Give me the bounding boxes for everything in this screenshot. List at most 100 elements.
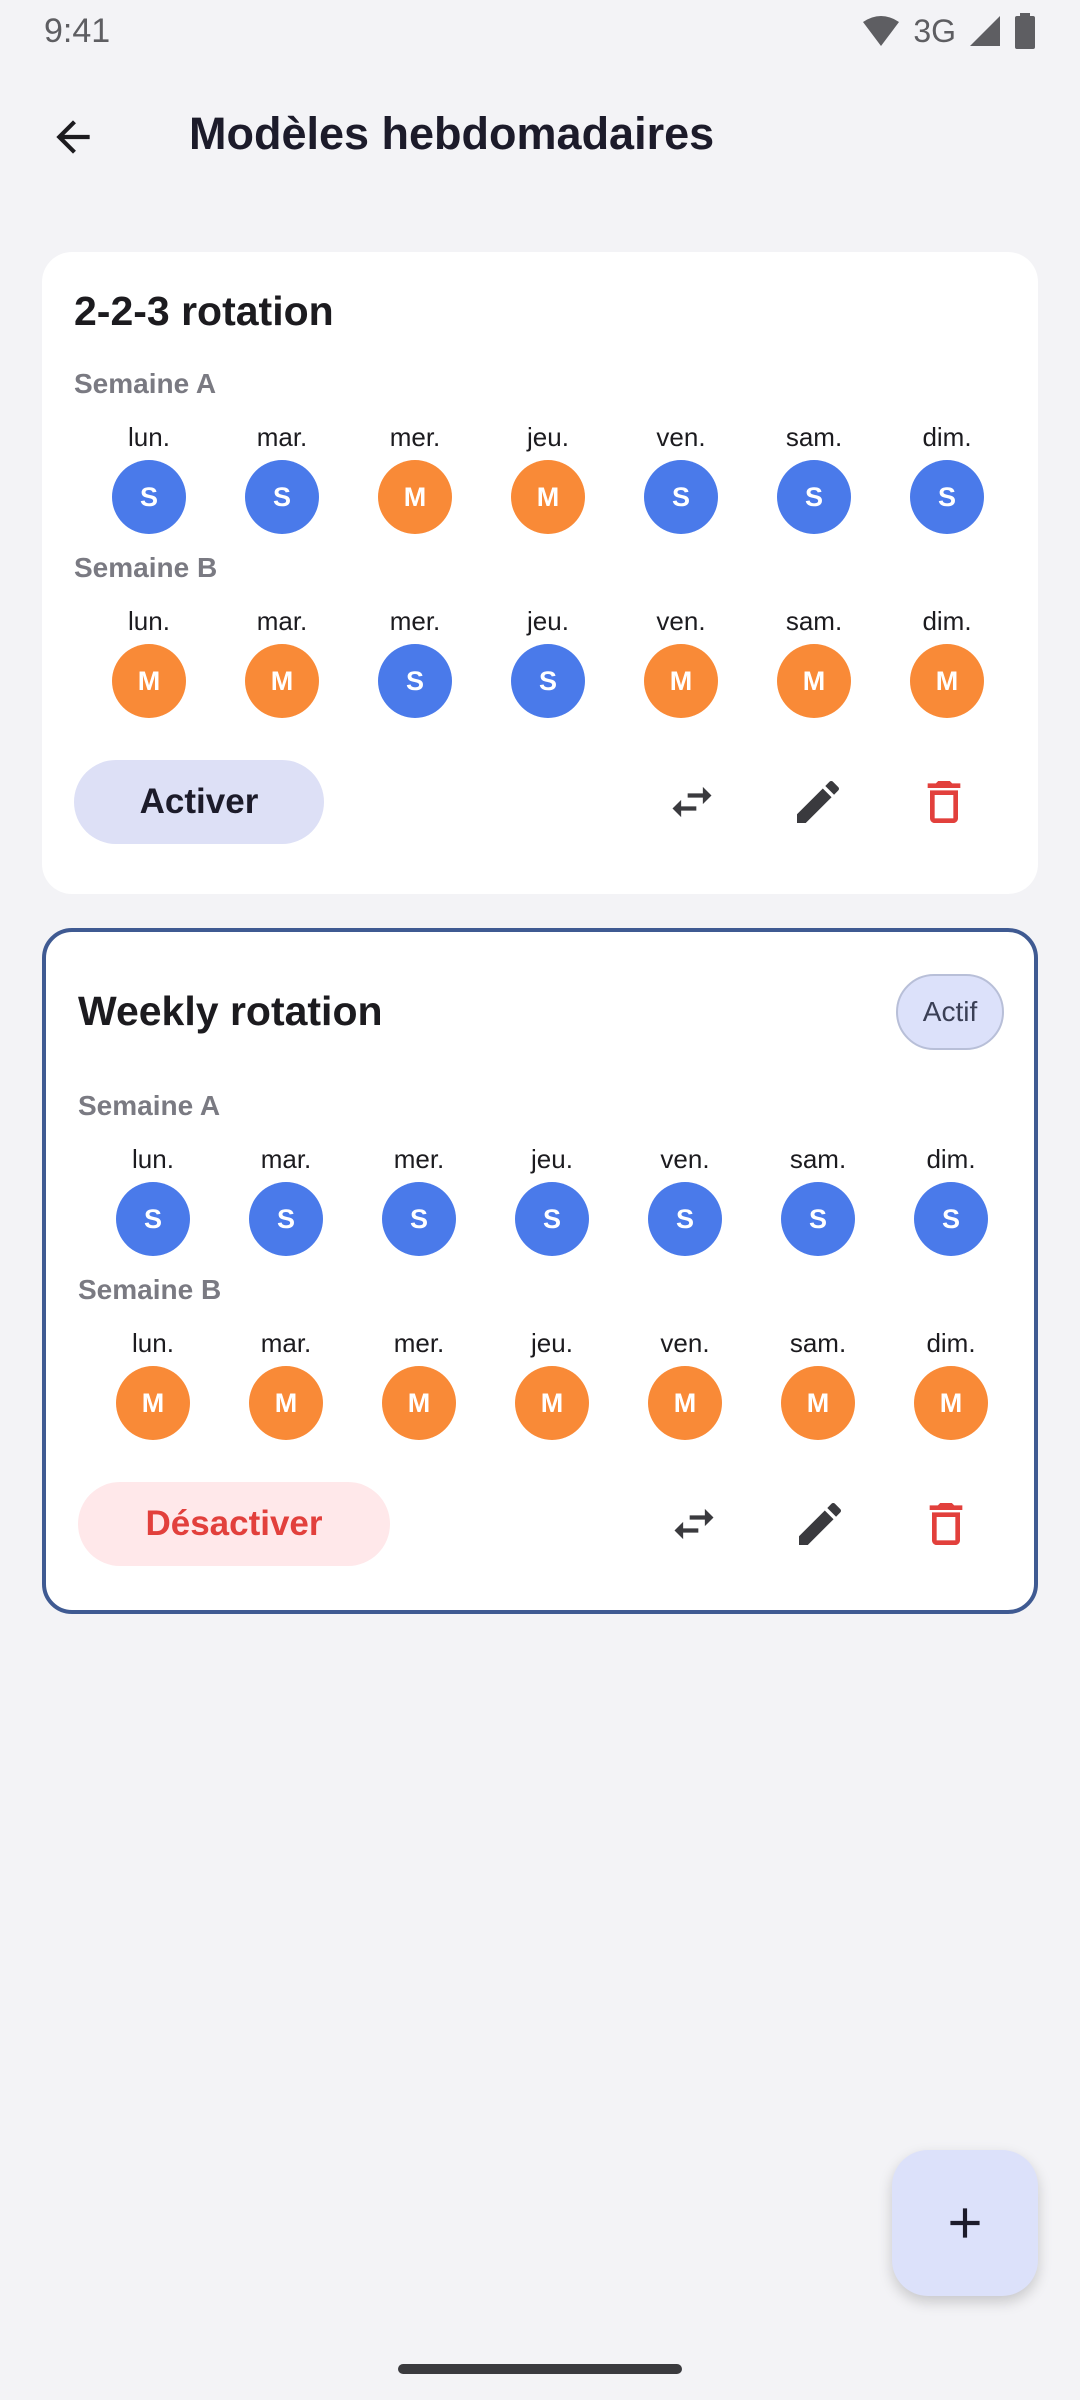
delete-icon <box>927 781 961 823</box>
shift-badge: M <box>249 1366 323 1440</box>
status-icons: 3G <box>861 13 1036 50</box>
day-name: mar. <box>260 1328 312 1358</box>
status-bar: 9:41 3G <box>0 0 1080 62</box>
day-cell: dim. M <box>887 604 1007 724</box>
day-name: jeu. <box>531 1144 573 1174</box>
day-cell: dim. M <box>891 1326 1011 1446</box>
day-cell: jeu. S <box>492 1142 612 1262</box>
day-name: dim. <box>926 1144 976 1174</box>
shift-badge: S <box>781 1182 855 1256</box>
shift-badge: M <box>515 1366 589 1440</box>
home-indicator[interactable] <box>398 2364 682 2374</box>
shift-badge: S <box>777 460 851 534</box>
day-name: mar. <box>260 1144 312 1174</box>
shift-badge: M <box>644 644 718 718</box>
day-cell: sam. S <box>754 420 874 540</box>
shift-badge: M <box>511 460 585 534</box>
day-cell: jeu. M <box>492 1326 612 1446</box>
delete-button[interactable] <box>904 762 984 842</box>
day-cell: sam. S <box>758 1142 878 1262</box>
week-label: Semaine B <box>74 552 218 583</box>
day-cell: mer. M <box>355 420 475 540</box>
day-cell: jeu. M <box>488 420 608 540</box>
day-cell: ven. M <box>625 1326 745 1446</box>
day-cell: jeu. S <box>488 604 608 724</box>
day-cell: ven. M <box>621 604 741 724</box>
app-bar: Modèles hebdomadaires <box>0 80 1080 192</box>
network-type: 3G <box>913 12 956 49</box>
day-cell: mer. M <box>359 1326 479 1446</box>
day-name: ven. <box>656 606 706 636</box>
day-name: lun. <box>128 606 170 636</box>
day-name: jeu. <box>527 606 569 636</box>
day-name: lun. <box>132 1144 174 1174</box>
day-cell: mer. S <box>355 604 475 724</box>
day-name: sam. <box>789 1144 847 1174</box>
day-name: mar. <box>256 422 308 452</box>
week-label: Semaine B <box>78 1274 222 1305</box>
shift-badge: M <box>382 1366 456 1440</box>
shift-badge: S <box>910 460 984 534</box>
day-cell: sam. M <box>754 604 874 724</box>
day-name: sam. <box>789 1328 847 1358</box>
week-label: Semaine A <box>74 368 217 399</box>
day-cell: mer. S <box>359 1142 479 1262</box>
day-cell: sam. M <box>758 1326 878 1446</box>
shift-badge: S <box>515 1182 589 1256</box>
shift-badge: M <box>910 644 984 718</box>
edit-button[interactable] <box>778 762 858 842</box>
swap-icon <box>674 1508 714 1540</box>
shift-badge: S <box>382 1182 456 1256</box>
wifi-icon <box>863 16 900 46</box>
add-template-button[interactable] <box>892 2150 1038 2296</box>
shift-badge: S <box>112 460 186 534</box>
delete-button[interactable] <box>906 1484 986 1564</box>
plus-icon <box>950 2208 980 2238</box>
day-cell: lun. M <box>93 1326 213 1446</box>
day-cell: lun. M <box>89 604 209 724</box>
day-name: ven. <box>660 1144 710 1174</box>
shift-badge: S <box>116 1182 190 1256</box>
day-name: dim. <box>922 422 972 452</box>
template-title: Weekly rotation <box>78 988 383 1034</box>
day-name: mer. <box>393 1144 445 1174</box>
shift-badge: S <box>914 1182 988 1256</box>
day-name: mer. <box>393 1328 445 1358</box>
template-card-active: Weekly rotation Actif Semaine A lun. Smar… <box>42 928 1038 1614</box>
shift-badge: S <box>644 460 718 534</box>
day-name: sam. <box>785 606 843 636</box>
template-card: 2-2-3 rotation Semaine A lun. Smar. Smer. M… <box>42 252 1038 894</box>
week-row: lun. Smar. Smer. Mjeu. Mven. Ssam. Sdim. S <box>42 420 1038 540</box>
delete-icon <box>929 1503 963 1545</box>
day-name: sam. <box>785 422 843 452</box>
shift-badge: S <box>245 460 319 534</box>
swap-icon <box>672 786 712 818</box>
deactivate-button[interactable]: Désactiver <box>78 1482 390 1566</box>
day-name: lun. <box>132 1328 174 1358</box>
swap-button[interactable] <box>652 762 732 842</box>
back-button[interactable] <box>38 102 108 172</box>
day-name: lun. <box>128 422 170 452</box>
week-row: lun. M mar. Mmer. Mjeu. Mven. M sam. Mdim. M <box>46 1326 1034 1446</box>
day-name: mar. <box>256 606 308 636</box>
page-title: Modèles hebdomadaires <box>189 108 715 159</box>
shift-badge: M <box>112 644 186 718</box>
day-name: jeu. <box>531 1328 573 1358</box>
shift-badge: M <box>781 1366 855 1440</box>
day-cell: mar. M <box>222 604 342 724</box>
edit-icon <box>797 780 840 823</box>
shift-badge: S <box>648 1182 722 1256</box>
week-row: lun. Mmar. Mmer. Sjeu. Sven. Msam. Mdim. M <box>42 604 1038 724</box>
day-cell: lun. S <box>93 1142 213 1262</box>
shift-badge: S <box>378 644 452 718</box>
edit-icon <box>799 1502 842 1545</box>
edit-button[interactable] <box>780 1484 860 1564</box>
swap-button[interactable] <box>654 1484 734 1564</box>
shift-badge: S <box>249 1182 323 1256</box>
day-cell: dim. S <box>891 1142 1011 1262</box>
day-name: dim. <box>926 1328 976 1358</box>
day-cell: mar. M <box>226 1326 346 1446</box>
day-name: mer. <box>389 606 441 636</box>
day-cell: ven. S <box>625 1142 745 1262</box>
activate-button[interactable]: Activer <box>74 760 324 844</box>
